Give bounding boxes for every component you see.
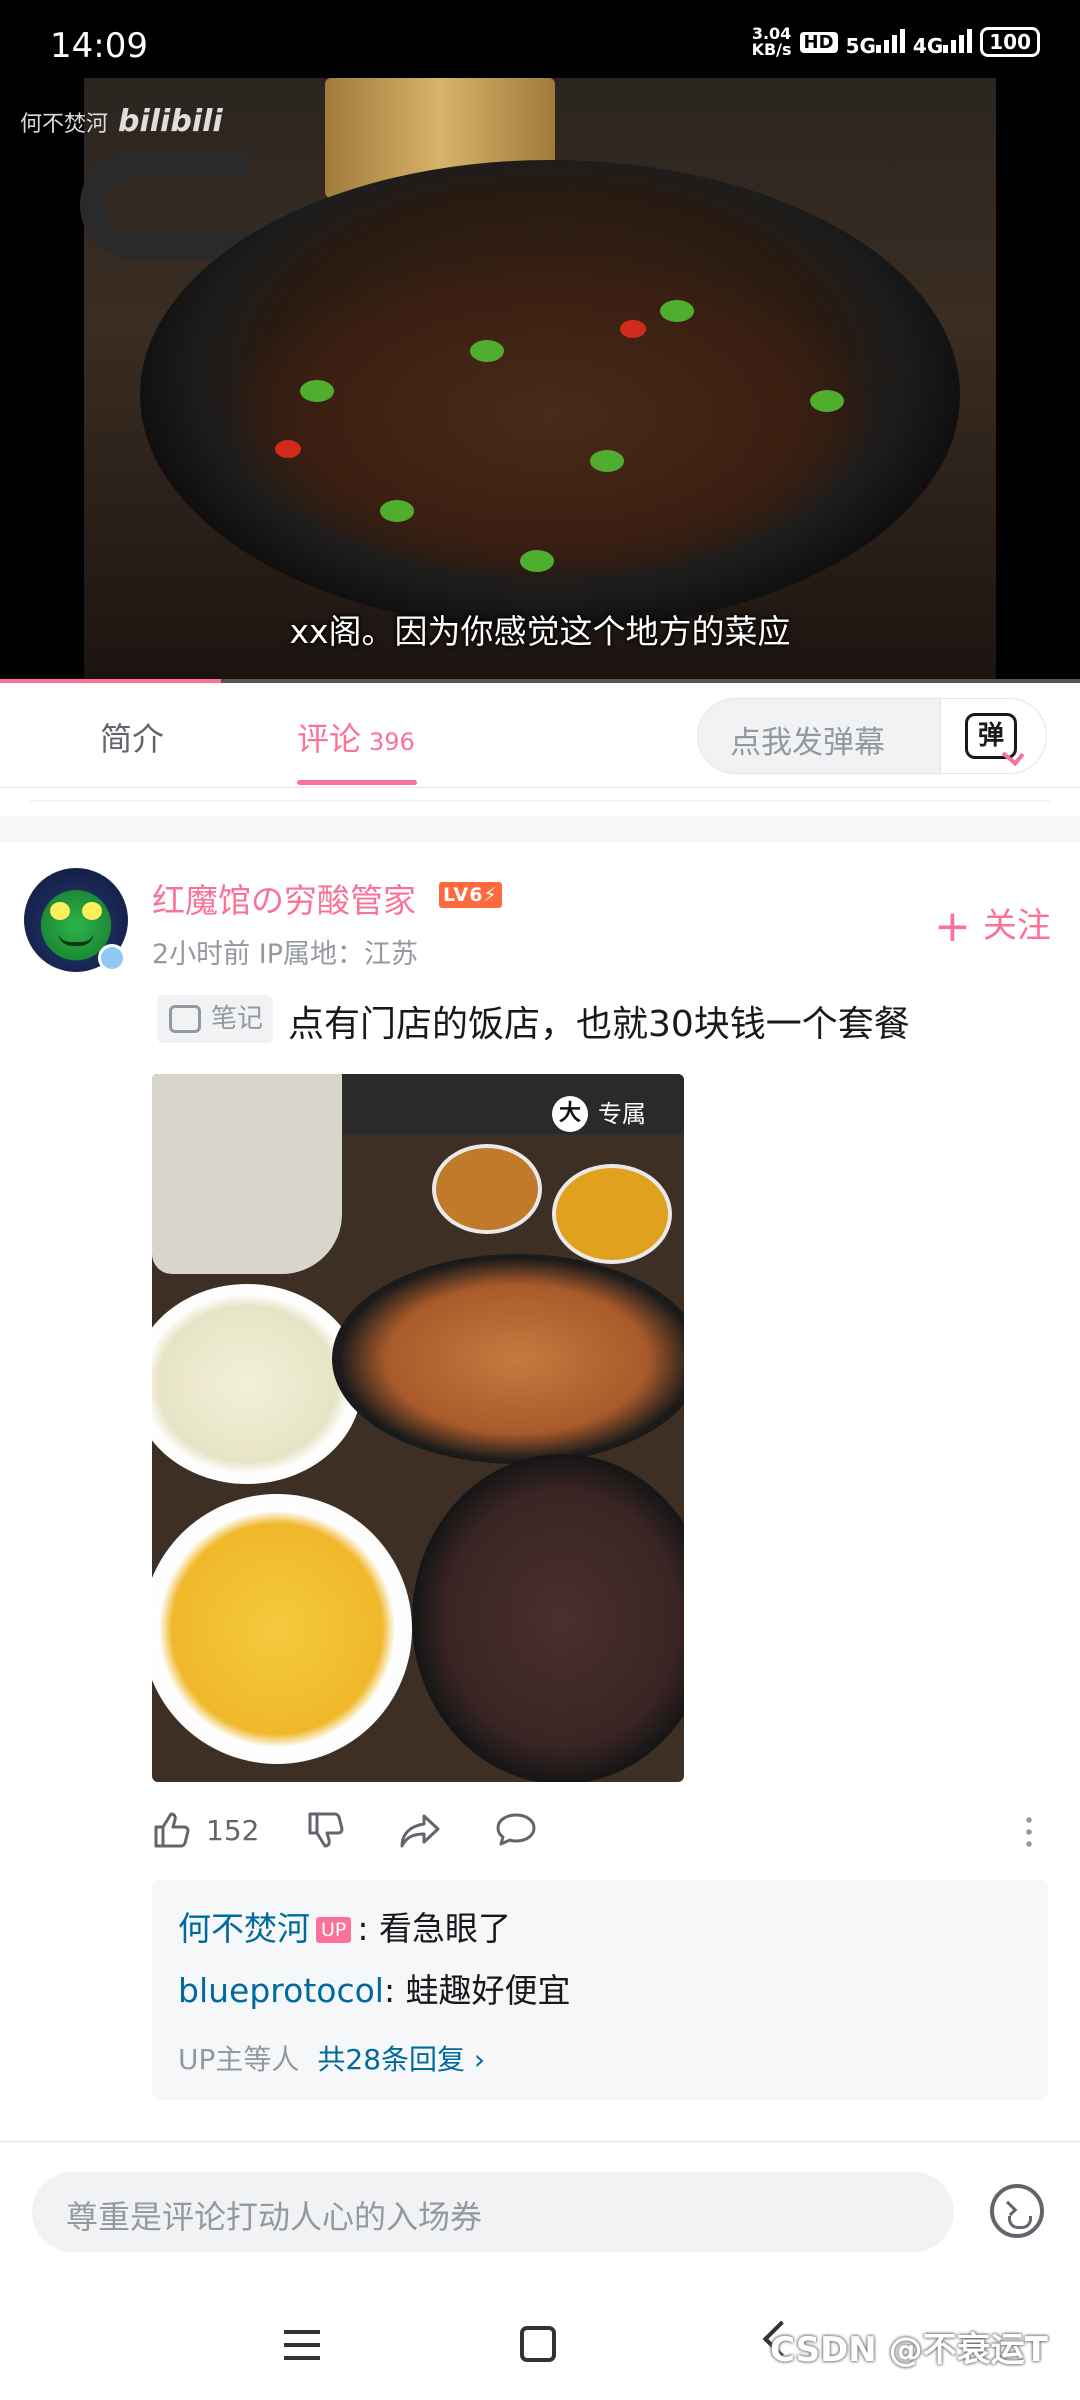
battery-icon: 100: [980, 27, 1040, 57]
photo-corn-cup: [552, 1164, 672, 1264]
pepper: [380, 500, 414, 522]
view-all-replies-link[interactable]: 共28条回复 ›: [317, 2043, 485, 2076]
comment-photo[interactable]: 大专属: [152, 1074, 684, 1782]
chili: [275, 440, 301, 458]
note-icon: [169, 1005, 201, 1033]
reply-author[interactable]: blueprotocol: [178, 1971, 384, 2010]
photo-bag: [152, 1074, 342, 1274]
csdn-watermark: CSDN @不衰运T: [770, 2330, 1048, 2370]
pepper: [470, 340, 504, 362]
status-icons: 3.04 KB/s HD 5G 4G 100: [752, 26, 1040, 58]
tab-intro[interactable]: 简介: [100, 714, 164, 760]
chili: [620, 320, 646, 338]
reply-preview[interactable]: 何不焚河 UP: 看急眼了 blueprotocol: 蛙趣好便宜 UP主等人 共2…: [152, 1880, 1048, 2100]
exclusive-badge-icon: 大: [552, 1096, 588, 1132]
like-button[interactable]: 152: [152, 1808, 259, 1852]
menu-icon[interactable]: [284, 2330, 320, 2360]
danmu-placeholder: 点我发弹幕: [730, 725, 885, 761]
more-options-icon[interactable]: [1026, 1814, 1032, 1848]
reply-text: : 蛙趣好便宜: [383, 1971, 571, 2010]
reply-bubble-icon: [496, 1813, 536, 1846]
video-subtitle: xx阁。因为你感觉这个地方的菜应: [289, 612, 791, 651]
reply-button[interactable]: [494, 1808, 538, 1852]
reply-item: blueprotocol: 蛙趣好便宜: [178, 1964, 571, 2012]
exclusive-badge: 大专属: [546, 1092, 660, 1136]
divider: [30, 788, 1050, 802]
like-count: 152: [206, 1813, 260, 1847]
danmu-input[interactable]: 点我发弹幕 弹: [697, 698, 1047, 774]
note-tag[interactable]: 笔记: [157, 995, 274, 1043]
comment-text: 点有门店的饭店，也就30块钱一个套餐: [288, 1004, 910, 1045]
comment-count: 396: [369, 728, 415, 756]
section-gap: [0, 816, 1080, 843]
video-player[interactable]: 何不焚河 bilibili xx阁。因为你感觉这个地方的菜应 14:09 3.04…: [0, 0, 1080, 683]
level-badge: LV6⚡: [439, 882, 502, 908]
pan-handle: [80, 150, 250, 260]
comment-input-placeholder: 尊重是评论打动人心的入场券: [66, 2198, 483, 2236]
photo-rice: [412, 1454, 684, 1782]
follow-button[interactable]: 关注: [934, 898, 1051, 952]
dislike-button[interactable]: [306, 1808, 346, 1852]
share-icon: [400, 1814, 440, 1848]
pepper: [520, 550, 554, 572]
video-dish: [230, 250, 870, 580]
home-icon[interactable]: [520, 2326, 556, 2362]
signal-4g-icon: 4G: [913, 27, 973, 58]
comment-meta: 2小时前 IP属地：江苏: [152, 939, 419, 970]
danmu-icon: 弹: [965, 713, 1017, 759]
thumb-down-icon: [308, 1812, 344, 1848]
reply-text: : 看急眼了: [357, 1909, 511, 1948]
photo-egg: [152, 1494, 412, 1764]
hd-icon: HD: [799, 31, 838, 53]
pepper: [660, 300, 694, 322]
video-progress-fill: [0, 679, 222, 683]
tab-comments[interactable]: 评论 396: [297, 714, 415, 760]
reply-item: 何不焚河 UP: 看急眼了: [178, 1902, 511, 1950]
emoji-icon[interactable]: [990, 2184, 1044, 2238]
pepper: [590, 450, 624, 472]
danmu-toggle-button[interactable]: 弹: [940, 699, 1046, 773]
photo-roast-duck: [332, 1254, 684, 1464]
share-button[interactable]: [398, 1808, 442, 1852]
net-speed: 3.04 KB/s: [751, 24, 792, 59]
photo-sauce-cup: [432, 1144, 542, 1234]
status-time: 14:09: [50, 26, 148, 66]
video-progress-bar[interactable]: [0, 679, 1080, 683]
comment-input[interactable]: 尊重是评论打动人心的入场券: [32, 2172, 954, 2252]
replies-summary: UP主等人 共28条回复 ›: [178, 2043, 486, 2076]
divider: [0, 2140, 1080, 2143]
comment-actions: 152: [152, 1808, 1032, 1852]
thumb-up-icon: [154, 1812, 190, 1848]
pepper: [300, 380, 334, 402]
reply-author[interactable]: 何不焚河: [178, 1909, 310, 1948]
signal-5g-icon: 5G: [846, 27, 905, 58]
comment-username[interactable]: 红魔馆の穷酸管家: [152, 874, 416, 922]
pepper: [810, 390, 844, 412]
up-badge: UP: [316, 1917, 352, 1943]
tab-underline: [297, 780, 417, 785]
verified-badge-icon: [98, 944, 126, 972]
video-watermark: 何不焚河 bilibili: [20, 104, 223, 139]
photo-soup: [152, 1284, 362, 1484]
